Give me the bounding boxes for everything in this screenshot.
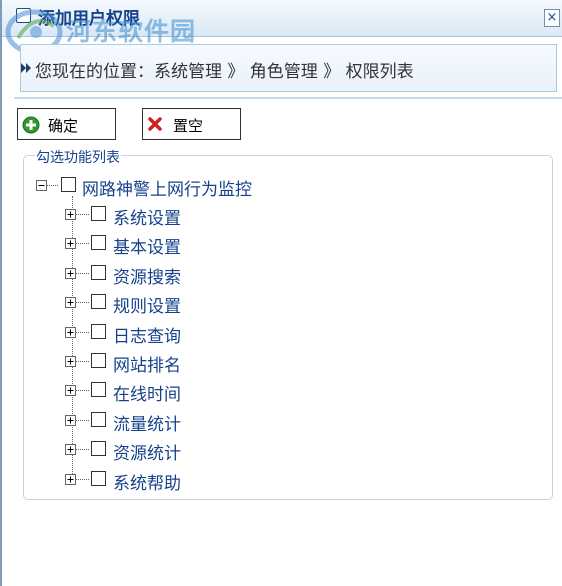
tree-item-label[interactable]: 基本设置 (113, 233, 181, 258)
tree-item: 资源搜索 (65, 263, 265, 288)
dialog-title: 添加用户权限 (38, 9, 140, 29)
tree-item-checkbox[interactable] (91, 294, 106, 310)
tree-item: 基本设置 (65, 233, 265, 258)
tree-connector (75, 331, 89, 333)
tree-item: 日志查询 (65, 322, 265, 347)
plus-circle-icon (22, 116, 40, 134)
tree-item-label[interactable]: 资源统计 (113, 439, 181, 464)
tree-connector (75, 272, 89, 274)
tree-item-label[interactable]: 系统设置 (113, 204, 181, 229)
tree-connector (46, 185, 58, 186)
tree-item-checkbox[interactable] (91, 235, 106, 251)
tree-item: 在线时间 (65, 380, 265, 405)
tree-item-label[interactable]: 系统帮助 (113, 469, 181, 494)
tree-item-label[interactable]: 日志查询 (113, 322, 181, 347)
root-checkbox[interactable] (61, 177, 76, 192)
tree-item: 系统设置 (65, 204, 265, 229)
tree-item-checkbox[interactable] (91, 441, 106, 457)
tree-connector (75, 419, 89, 421)
confirm-button-label: 确定 (48, 117, 79, 135)
tree-item: 网站排名 (65, 351, 265, 376)
clear-button[interactable]: 置空 (142, 108, 241, 140)
breadcrumb: 您现在的位置：系统管理 》 角色管理 》 权限列表 (20, 44, 557, 92)
tree-item: 流量统计 (65, 410, 265, 435)
tree-connector (75, 449, 89, 451)
tree-connector (75, 478, 89, 480)
tree-item-checkbox[interactable] (91, 323, 106, 339)
tree-item-checkbox[interactable] (91, 411, 106, 427)
function-list-legend: 勾选功能列表 (35, 147, 121, 167)
tree-item-label[interactable]: 在线时间 (113, 380, 181, 405)
close-button[interactable]: × (544, 9, 560, 27)
red-x-icon (148, 117, 162, 131)
tree-item-checkbox[interactable] (91, 206, 106, 221)
tree-connector (75, 361, 89, 362)
tree-item-checkbox[interactable] (91, 264, 106, 280)
tree-root-label[interactable]: 网路神警上网行为监控 (82, 175, 252, 200)
tree-item-label[interactable]: 网站排名 (113, 351, 181, 376)
tree-item-checkbox[interactable] (91, 470, 106, 486)
tree-item-label[interactable]: 规则设置 (113, 292, 181, 317)
tree-connector (75, 243, 89, 245)
tree-connector (75, 302, 89, 304)
tree-item: 资源统计 (65, 439, 265, 464)
tree-item-checkbox[interactable] (91, 353, 106, 368)
tree-item-checkbox[interactable] (91, 382, 106, 398)
tree-item: 规则设置 (65, 292, 265, 317)
tree-item: 系统帮助 (65, 469, 265, 494)
tree-connector (75, 214, 89, 215)
divider (14, 97, 562, 99)
confirm-button[interactable]: 确定 (17, 108, 116, 140)
title-checkbox-icon (16, 8, 31, 23)
dialog-titlebar: 添加用户权限 × (2, 0, 562, 37)
breadcrumb-text: 您现在的位置：系统管理 》 角色管理 》 权限列表 (35, 62, 414, 82)
clear-button-label: 置空 (173, 117, 204, 135)
tree-item-label[interactable]: 流量统计 (113, 410, 181, 435)
double-arrow-icon (21, 63, 31, 73)
tree-connector (75, 390, 89, 392)
tree-item-label[interactable]: 资源搜索 (113, 263, 181, 288)
